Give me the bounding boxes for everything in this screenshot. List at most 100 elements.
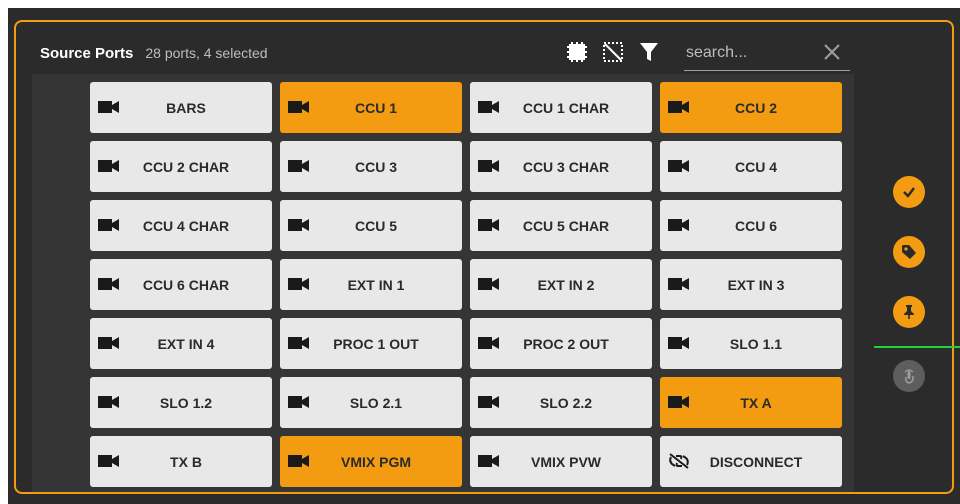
port-label: SLO 2.2 <box>539 394 593 411</box>
port-label: TX B <box>170 453 202 470</box>
port-tile[interactable]: EXT IN 2 <box>470 259 652 310</box>
touch-button[interactable] <box>893 360 925 392</box>
select-all-icon[interactable] <box>564 39 590 65</box>
port-label: CCU 1 <box>354 99 397 116</box>
port-tile[interactable]: CCU 6 <box>660 200 842 251</box>
pin-icon <box>901 304 917 320</box>
port-tile[interactable]: TX B <box>90 436 272 487</box>
toolbar <box>564 36 672 68</box>
touch-icon <box>901 368 917 384</box>
camera-icon <box>288 100 310 114</box>
tag-button[interactable] <box>893 236 925 268</box>
port-tile[interactable]: CCU 2 <box>660 82 842 133</box>
pin-button[interactable] <box>893 296 925 328</box>
search-input[interactable] <box>684 38 818 68</box>
camera-icon <box>98 159 120 173</box>
port-label: SLO 1.1 <box>729 335 783 352</box>
camera-icon <box>668 159 690 173</box>
panel-title: Source Ports <box>40 44 134 62</box>
port-label: EXT IN 4 <box>157 335 215 352</box>
camera-icon <box>478 277 500 291</box>
port-label: TX A <box>740 394 772 411</box>
port-tile[interactable]: PROC 2 OUT <box>470 318 652 369</box>
port-label: SLO 1.2 <box>159 394 213 411</box>
search-box <box>684 38 850 71</box>
port-tile[interactable]: CCU 5 <box>280 200 462 251</box>
port-label: BARS <box>166 99 206 116</box>
port-label: SLO 2.1 <box>349 394 403 411</box>
camera-icon <box>478 395 500 409</box>
port-tile[interactable]: SLO 2.2 <box>470 377 652 428</box>
port-label: CCU 5 CHAR <box>522 217 610 234</box>
camera-icon <box>668 336 690 350</box>
port-tile[interactable]: EXT IN 3 <box>660 259 842 310</box>
check-icon <box>901 184 917 200</box>
ports-grid: BARS CCU 1 CCU 1 CHAR CCU 2 CCU 2 CHAR CCU 3 C… <box>90 82 842 487</box>
port-label: EXT IN 3 <box>727 276 785 293</box>
camera-icon <box>98 454 120 468</box>
camera-icon <box>288 454 310 468</box>
port-tile[interactable]: CCU 5 CHAR <box>470 200 652 251</box>
port-tile[interactable]: CCU 3 CHAR <box>470 141 652 192</box>
camera-icon <box>98 336 120 350</box>
port-label: EXT IN 2 <box>537 276 595 293</box>
port-tile[interactable]: SLO 1.2 <box>90 377 272 428</box>
port-tile[interactable]: EXT IN 4 <box>90 318 272 369</box>
port-tile[interactable]: CCU 6 CHAR <box>90 259 272 310</box>
port-label: VMIX PVW <box>530 453 601 470</box>
port-tile[interactable]: PROC 1 OUT <box>280 318 462 369</box>
port-label: CCU 3 CHAR <box>522 158 610 175</box>
camera-icon <box>98 395 120 409</box>
port-tile[interactable]: CCU 4 <box>660 141 842 192</box>
camera-icon <box>288 159 310 173</box>
camera-icon <box>668 277 690 291</box>
filter-icon[interactable] <box>636 39 662 65</box>
port-label: CCU 4 CHAR <box>142 217 230 234</box>
unlink-icon <box>668 453 690 469</box>
port-tile[interactable]: TX A <box>660 377 842 428</box>
camera-icon <box>288 218 310 232</box>
selection-count: 28 ports, 4 selected <box>145 45 268 61</box>
port-tile[interactable]: BARS <box>90 82 272 133</box>
port-tile[interactable]: CCU 4 CHAR <box>90 200 272 251</box>
port-tile[interactable]: CCU 1 <box>280 82 462 133</box>
port-label: CCU 2 <box>734 99 777 116</box>
camera-icon <box>668 100 690 114</box>
camera-icon <box>478 218 500 232</box>
tag-icon <box>901 244 917 260</box>
camera-icon <box>98 218 120 232</box>
port-label: CCU 3 <box>354 158 397 175</box>
divider-line <box>874 346 960 348</box>
port-label: VMIX PGM <box>340 453 411 470</box>
camera-icon <box>478 454 500 468</box>
camera-icon <box>478 159 500 173</box>
camera-icon <box>478 336 500 350</box>
port-label: CCU 6 <box>734 217 777 234</box>
port-tile[interactable]: CCU 3 <box>280 141 462 192</box>
port-tile[interactable]: DISCONNECT <box>660 436 842 487</box>
port-tile[interactable]: CCU 2 CHAR <box>90 141 272 192</box>
port-label: CCU 5 <box>354 217 397 234</box>
port-label: DISCONNECT <box>709 453 803 470</box>
confirm-button[interactable] <box>893 176 925 208</box>
port-tile[interactable]: SLO 2.1 <box>280 377 462 428</box>
panel-header: Source Ports 28 ports, 4 selected <box>40 38 268 68</box>
camera-icon <box>288 277 310 291</box>
port-label: CCU 2 CHAR <box>142 158 230 175</box>
deselect-all-icon[interactable] <box>600 39 626 65</box>
port-label: CCU 6 CHAR <box>142 276 230 293</box>
port-label: CCU 4 <box>734 158 777 175</box>
camera-icon <box>668 218 690 232</box>
camera-icon <box>478 100 500 114</box>
port-tile[interactable]: SLO 1.1 <box>660 318 842 369</box>
camera-icon <box>288 395 310 409</box>
port-tile[interactable]: EXT IN 1 <box>280 259 462 310</box>
port-tile[interactable]: VMIX PVW <box>470 436 652 487</box>
port-label: EXT IN 1 <box>347 276 405 293</box>
camera-icon <box>668 395 690 409</box>
port-tile[interactable]: VMIX PGM <box>280 436 462 487</box>
port-label: PROC 1 OUT <box>333 335 419 352</box>
port-label: PROC 2 OUT <box>523 335 609 352</box>
port-tile[interactable]: CCU 1 CHAR <box>470 82 652 133</box>
close-icon[interactable] <box>822 42 842 62</box>
